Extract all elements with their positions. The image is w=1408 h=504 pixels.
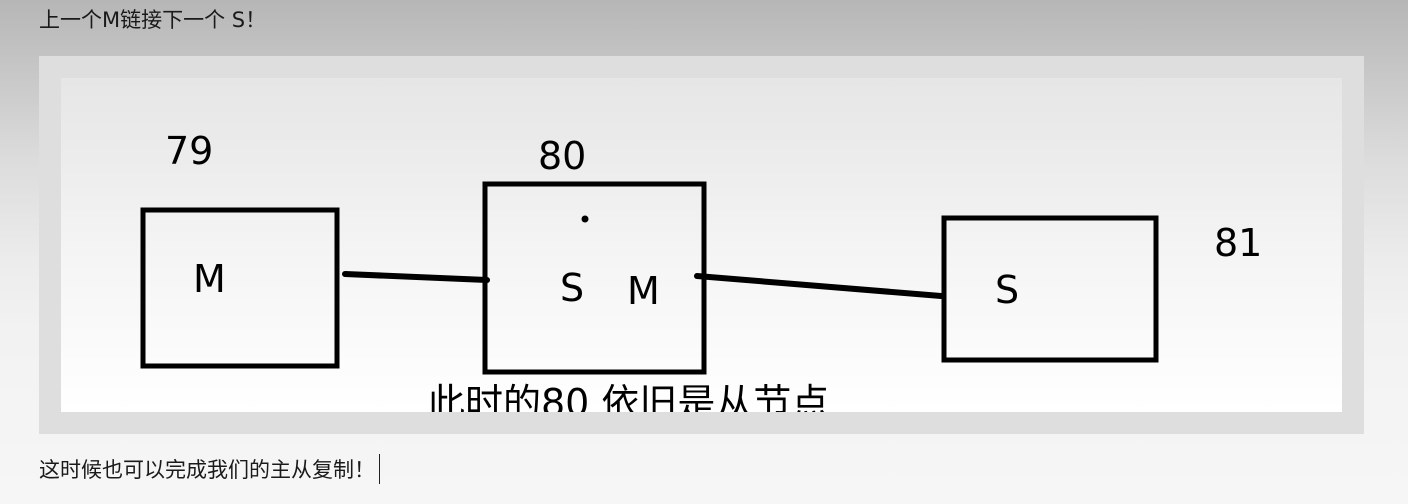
node-80-box	[482, 181, 707, 375]
image-frame: 79 M 80 S M 81 S 此时的80 依旧是从节点	[39, 56, 1364, 434]
node-80-role-s: S	[560, 266, 584, 310]
node-81-box	[941, 215, 1159, 363]
paragraph-bottom-text: 这时候也可以完成我们的主从复制！	[39, 458, 375, 482]
diagram-caption: 此时的80 依旧是从节点	[427, 381, 829, 412]
paragraph-top-text: 上一个M链接下一个 S！	[39, 8, 267, 32]
edge-79-80	[342, 271, 490, 283]
text-cursor	[379, 454, 380, 484]
diagram-canvas: 79 M 80 S M 81 S 此时的80 依旧是从节点	[61, 78, 1342, 412]
node-81-role-s: S	[995, 268, 1019, 312]
paragraph-top: 上一个M链接下一个 S！	[39, 6, 266, 34]
diagram-svg: 79 M 80 S M 81 S 此时的80 依旧是从节点	[140, 129, 1262, 412]
paragraph-bottom[interactable]: 这时候也可以完成我们的主从复制！	[39, 454, 380, 486]
node-80-number: 80	[538, 134, 586, 178]
node-79-number: 79	[165, 129, 213, 173]
node-79-role-m: M	[193, 257, 226, 301]
node-80-role-m: M	[627, 269, 660, 313]
edge-80-81	[694, 273, 944, 299]
node-79-box	[140, 207, 340, 369]
node-80-dot	[581, 215, 589, 223]
node-81-number: 81	[1214, 221, 1262, 265]
